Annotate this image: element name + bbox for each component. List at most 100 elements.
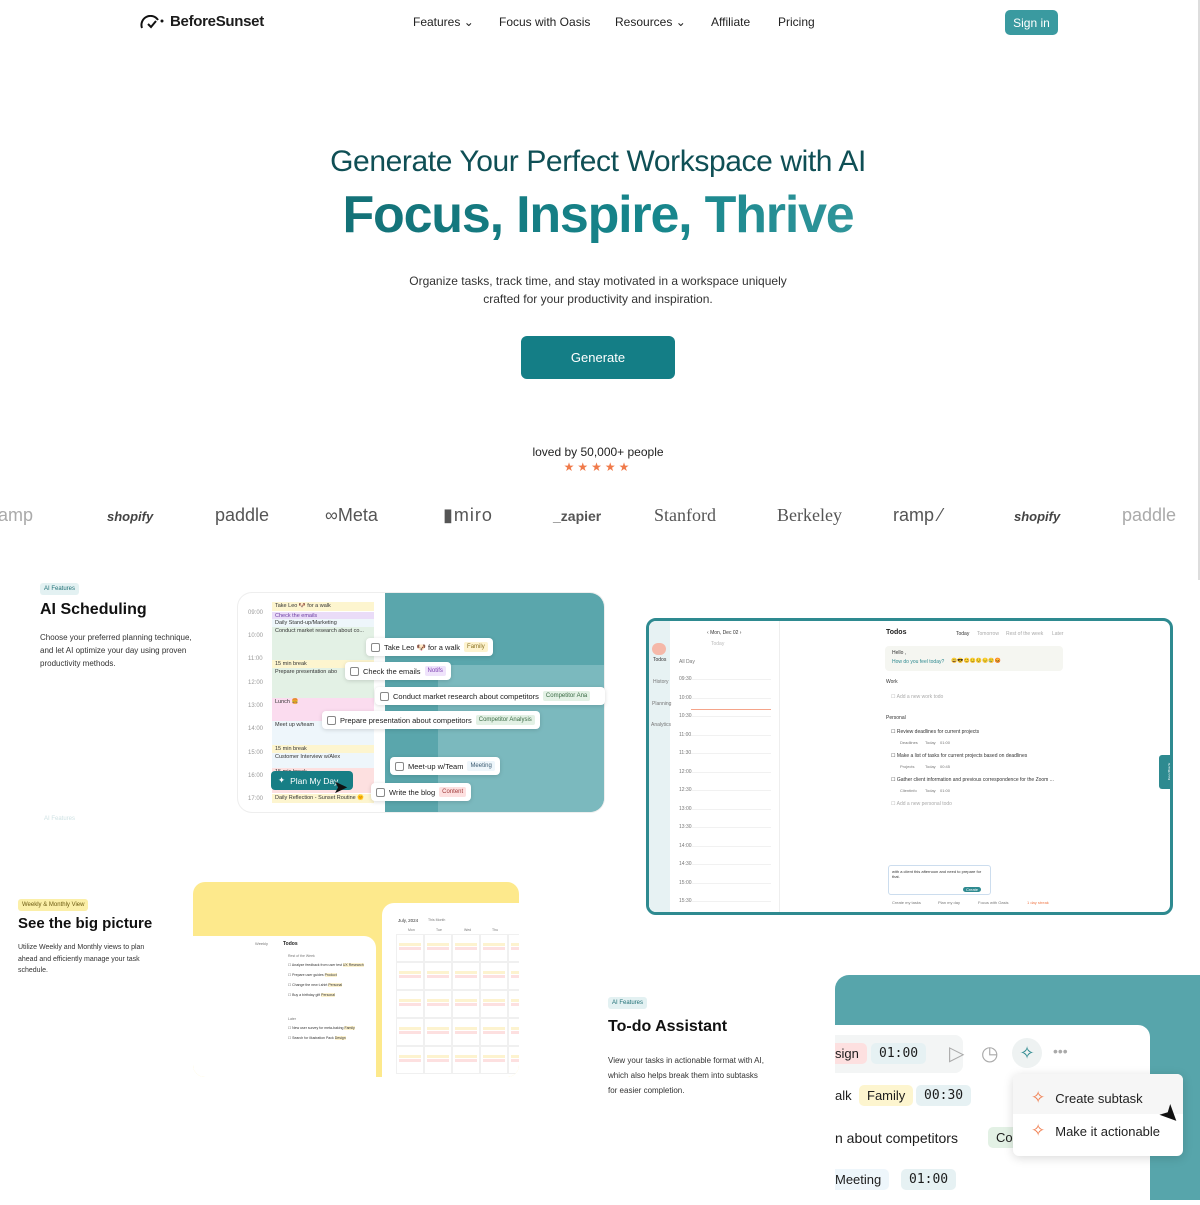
sparkle-icon: ✧	[1031, 1121, 1046, 1140]
feature-badge: AI Features	[40, 583, 80, 595]
rating-stars-icon: ★★★★★	[563, 460, 633, 474]
todo-item[interactable]: ☐ Review deadlines for current projects	[891, 729, 979, 735]
calendar-cell[interactable]	[452, 1018, 480, 1046]
calendar-cell[interactable]	[396, 1046, 424, 1074]
calendar-cell[interactable]	[480, 1018, 508, 1046]
calendar-cell[interactable]	[452, 934, 480, 962]
feature-text: Utilize Weekly and Monthly views to plan…	[18, 944, 145, 974]
time-label: 13:30	[679, 824, 692, 830]
nav-affiliate[interactable]: Affiliate	[711, 15, 750, 29]
event: Daily Stand-up/Marketing	[272, 619, 374, 627]
hero-subtitle: Generate Your Perfect Workspace with AI	[330, 145, 866, 178]
calendar-cell[interactable]	[396, 962, 424, 990]
menu-make-actionable[interactable]: ✧ Make it actionable	[1031, 1121, 1160, 1141]
time-label: 11:00	[679, 731, 692, 738]
nav-features[interactable]: Features ⌄	[413, 15, 474, 29]
calendar-cell[interactable]	[480, 962, 508, 990]
calendar-cell[interactable]	[508, 1046, 519, 1074]
tab-rest-of-week[interactable]: Rest of the week	[1006, 631, 1043, 637]
calendar-cell[interactable]	[396, 990, 424, 1018]
calendar-cell[interactable]	[396, 1018, 424, 1046]
feature-text: View your tasks in actionable format wit…	[608, 1056, 764, 1095]
calendar-cell[interactable]	[508, 962, 519, 990]
time-label: 10:00	[679, 694, 692, 701]
todo-item[interactable]: ☐ New user survey for meta-baking Family	[288, 1026, 355, 1030]
task-chip[interactable]: Take Leo 🐶 for a walk Family	[366, 638, 493, 656]
time-label: 11:30	[679, 750, 692, 756]
task-chip[interactable]: Meet-up w/Team Meeting	[390, 757, 500, 775]
menu-create-subtask[interactable]: ✧ Create subtask	[1031, 1088, 1143, 1108]
time-label: 09:30	[679, 676, 692, 682]
feature-badge: AI Features	[608, 997, 648, 1009]
more-icon[interactable]: •••	[1053, 1043, 1068, 1059]
ai-sparkle-icon[interactable]: ✧	[1012, 1038, 1042, 1068]
logo-zapier: _zapier	[553, 508, 602, 524]
time-label: 13:00	[679, 805, 692, 812]
calendar-cell[interactable]	[480, 1046, 508, 1074]
time-label: 10:30	[679, 713, 692, 719]
todo-item[interactable]: ☐ Make a list of tasks for current proje…	[891, 753, 1027, 759]
feedback-tab[interactable]: Feedback	[1159, 755, 1170, 789]
todo-item[interactable]: ☐ Gather client information and previous…	[891, 777, 1054, 783]
calendar-cell[interactable]	[396, 934, 424, 962]
sign-in-button[interactable]: Sign in	[1005, 10, 1058, 35]
logo-ramp: amp	[0, 505, 34, 525]
brand-logo[interactable]: BeforeSunset	[140, 13, 264, 30]
calendar-cell[interactable]	[424, 962, 452, 990]
event: Daily Reflection - Sunset Routine 🌞	[272, 794, 374, 803]
sparkle-icon: ✦	[278, 775, 286, 785]
feature-badge: Weekly & Monthly View	[18, 899, 89, 911]
calendar-cell[interactable]	[424, 1018, 452, 1046]
time-label: 12:00	[679, 768, 692, 775]
generate-button[interactable]: Generate	[521, 336, 675, 379]
event: Customer Interview w/Alex	[272, 753, 374, 768]
logo-icon	[140, 14, 164, 28]
app-preview: Todos History Planning Analytics ‹ Mon, …	[646, 618, 1173, 915]
time-label: 15:00	[679, 879, 692, 886]
calendar-cell[interactable]	[452, 1046, 480, 1074]
task-chip[interactable]: Write the blog Content	[371, 783, 472, 801]
calendar-cell[interactable]	[424, 990, 452, 1018]
ai-prompt-input[interactable]: with a client this afternoon and need to…	[888, 865, 991, 895]
calendar-cell[interactable]	[508, 990, 519, 1018]
calendar-cell[interactable]	[424, 1046, 452, 1074]
todo-item[interactable]: ☐ Prepare user guides Product	[288, 973, 337, 977]
todo-item[interactable]: ☐ Buy a birthday gift Personal	[288, 993, 335, 997]
hero-title: Focus, Inspire, Thrive	[0, 185, 1196, 245]
tab-tomorrow[interactable]: Tomorrow	[977, 631, 999, 637]
todos-title: Todos	[886, 629, 907, 636]
logo-meta: ∞Meta	[325, 505, 378, 525]
task-chip[interactable]: Prepare presentation about competitors Co…	[322, 711, 540, 729]
time-label: 14:30	[679, 861, 692, 867]
create-button[interactable]: Create	[963, 887, 982, 892]
tab-today[interactable]: Today	[956, 631, 969, 637]
calendar-cell[interactable]	[452, 990, 480, 1018]
task-chip[interactable]: Conduct market research about competitor…	[375, 687, 605, 705]
nav-resources[interactable]: Resources ⌄	[615, 15, 686, 29]
logo-ramp: ramp ⁄	[893, 505, 943, 525]
todo-item[interactable]: ☐ Analyze feedback from user test UX Res…	[288, 963, 364, 967]
tab-later[interactable]: Later	[1052, 631, 1063, 637]
todo-item[interactable]: ☐ Search for illustration Pack Design	[288, 1036, 346, 1040]
hero-description: Organize tasks, track time, and stay mot…	[409, 274, 787, 306]
play-icon[interactable]: ▷	[949, 1041, 964, 1066]
calendar-cell[interactable]	[508, 1018, 519, 1046]
add-time-icon[interactable]: ◷	[981, 1041, 998, 1066]
add-work-todo[interactable]: ☐ Add a new work todo	[891, 694, 943, 700]
add-personal-todo[interactable]: ☐ Add a new personal todo	[891, 801, 952, 807]
calendar-cell[interactable]	[480, 934, 508, 962]
todo-item[interactable]: ☐ Change the new t-shirt Personal	[288, 983, 343, 987]
calendar-cell[interactable]	[480, 990, 508, 1018]
task-chip[interactable]: Check the emails Notifs	[345, 662, 451, 680]
calendar-cell[interactable]	[508, 934, 519, 962]
nav-pricing[interactable]: Pricing	[778, 15, 815, 29]
logo-stanford: Stanford	[654, 505, 716, 525]
todos-icon[interactable]	[652, 643, 666, 655]
logo-paddle: paddle	[215, 505, 270, 525]
time-label: 14:00	[679, 842, 692, 849]
date-nav[interactable]: ‹ Mon, Dec 02 ›	[707, 630, 741, 636]
calendar-cell[interactable]	[452, 962, 480, 990]
calendar-cell[interactable]	[424, 934, 452, 962]
nav-focus-with-oasis[interactable]: Focus with Oasis	[499, 15, 590, 29]
event: 15 min break	[272, 745, 374, 753]
